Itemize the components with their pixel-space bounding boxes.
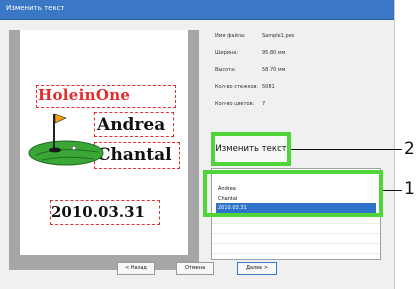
info-label-colors: Кол-во цветов: <box>215 101 255 107</box>
info-value-width: 95.80 мм <box>262 50 286 56</box>
list-divider <box>212 243 380 244</box>
design-title-text: HoleinOne <box>38 86 131 104</box>
info-label-stitches: Кол-во стежков: <box>215 84 259 90</box>
title-bar: Изменить текст <box>0 0 394 20</box>
info-value-stitches: 5081 <box>262 84 275 90</box>
design-date-text: 2010.03.31 <box>51 203 145 221</box>
list-divider <box>212 253 380 254</box>
callout-number-2: 2 <box>404 139 415 159</box>
edit-text-dialog: Изменить текст HoleinOne Andrea Chantal … <box>0 0 395 289</box>
golf-hole <box>49 147 61 153</box>
info-label-height: Высота: <box>215 67 236 73</box>
list-divider <box>212 233 380 234</box>
flag <box>54 113 67 124</box>
back-button[interactable]: < Назад <box>117 262 155 275</box>
callout-leader-1 <box>383 190 402 191</box>
info-value-height: 58.70 мм <box>262 67 286 73</box>
info-value-filename: Sample1.pes <box>262 33 295 39</box>
callout-leader-2 <box>291 149 402 150</box>
golf-ball <box>71 145 77 151</box>
next-button[interactable]: Далее > <box>237 262 277 275</box>
list-divider <box>212 223 380 224</box>
design-name-chantal: Chantal <box>97 145 172 165</box>
info-label-width: Ширина: <box>215 50 239 56</box>
callout-number-1: 1 <box>404 179 415 199</box>
edit-text-button[interactable]: Изменить текст <box>211 132 291 166</box>
golf-flag-graphic <box>28 113 104 166</box>
info-value-colors: 7 <box>262 101 266 107</box>
window-title: Изменить текст <box>6 4 65 12</box>
list-highlight-frame <box>203 170 383 217</box>
cancel-button[interactable]: Отмена <box>176 262 214 275</box>
info-label-filename: Имя файла: <box>215 33 246 39</box>
